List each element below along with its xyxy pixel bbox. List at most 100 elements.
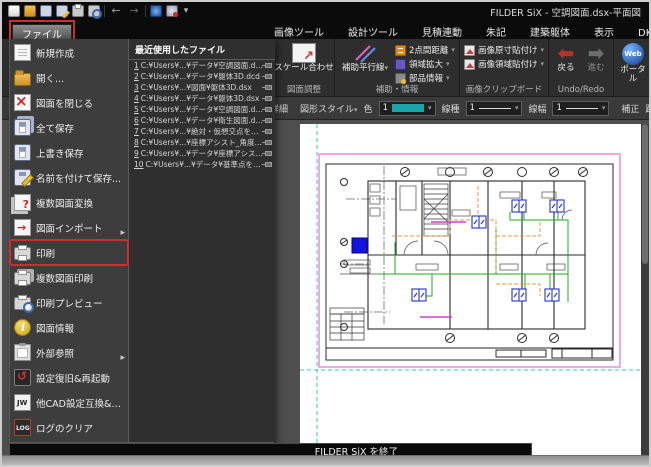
menu-item-import[interactable]: 図面インポート: [10, 215, 128, 240]
menu-item-drawing-info[interactable]: 図面情報: [10, 315, 128, 340]
open-icon[interactable]: [24, 5, 36, 17]
quick-access-toolbar: ← → ▾: [8, 5, 190, 17]
save-as-icon: [14, 169, 31, 186]
close-drawing-icon: [14, 94, 31, 111]
recent-file[interactable]: 2C:¥Users¥...¥データ¥躯体3D.dcd: [129, 71, 275, 82]
print-preview-icon[interactable]: [88, 5, 100, 17]
two-point-distance-icon: [395, 45, 406, 56]
recent-file[interactable]: 6C:¥Users¥...¥データ¥衛生図面.dcd: [129, 115, 275, 126]
save-as-icon[interactable]: [56, 5, 68, 17]
recent-file[interactable]: 4C:¥Users¥...¥データ¥躯体3D.dsx: [129, 93, 275, 104]
menu-item-save-as[interactable]: 名前を付けて保存...: [10, 165, 128, 190]
pin-icon[interactable]: [265, 63, 272, 68]
menu-item-close-drawing[interactable]: 図面を閉じる: [10, 90, 128, 115]
area-zoom-icon: [395, 59, 406, 70]
pin-icon[interactable]: [265, 118, 272, 123]
menu-item-open[interactable]: 開く...: [10, 65, 128, 90]
menu-item-restore-settings[interactable]: 設定復旧&再起動: [10, 365, 128, 390]
capture-icon[interactable]: [166, 5, 178, 17]
recent-file[interactable]: 9C:¥Users¥...¥データ¥座標アシスト.dsx: [129, 148, 275, 159]
new-drawing-icon[interactable]: [8, 5, 20, 17]
recent-file[interactable]: 8C:¥Users¥...¥座標アシスト_角度参照.dsx: [129, 137, 275, 148]
menu-item-clear-log[interactable]: ログのクリア: [10, 415, 128, 440]
color-label: 色: [364, 102, 373, 115]
parallel-lines-icon: [353, 43, 377, 63]
forward-arrow-icon[interactable]: →: [127, 5, 141, 17]
menu-item-batch-print[interactable]: 複数図面印刷: [10, 265, 128, 290]
tab-image-tools[interactable]: 画像ツール: [274, 24, 324, 39]
window-title: FILDER SiX - 空調図面.dsx-平面図: [490, 5, 641, 19]
color-swatch: [392, 104, 424, 112]
menu-item-save-all[interactable]: 全て保存: [10, 115, 128, 140]
paste-image-actual-size-button[interactable]: 画像原寸貼付け: [464, 44, 544, 56]
menu-item-new[interactable]: 新規作成: [10, 40, 128, 65]
scale-fit-button[interactable]: スケール合わせ: [278, 41, 330, 73]
linetype-label: 線種: [442, 102, 460, 115]
pin-icon[interactable]: [265, 96, 272, 101]
color-select[interactable]: 1: [379, 101, 436, 116]
print-icon[interactable]: [72, 5, 84, 17]
pin-icon[interactable]: [265, 107, 272, 112]
menu-item-print[interactable]: 印刷: [10, 240, 128, 265]
tab-building-frame[interactable]: 建築躯体: [530, 24, 570, 39]
tab-markup[interactable]: 朱記: [486, 24, 506, 39]
ac-unit: [512, 200, 526, 212]
menu-item-print-preview[interactable]: 印刷プレビュー: [10, 290, 128, 315]
vertical-scrollbar[interactable]: [641, 124, 649, 457]
recent-file[interactable]: 7C:¥Users¥...¥絶対・仮想交点を指定する.dsx: [129, 126, 275, 137]
ribbon-tab-row: ファイル 画像ツール 設計ツール 見積連動 朱記 建築躯体 表示 DK-BIM連…: [2, 20, 649, 39]
image-icon: [464, 59, 475, 70]
shape-style-dropdown[interactable]: 図形スタイル: [300, 102, 358, 115]
pin-icon[interactable]: [265, 151, 272, 156]
correction-toggle[interactable]: 補正: [621, 102, 639, 115]
part-info-icon: [395, 73, 406, 84]
group-image-clipboard: 画像原寸貼付け 画像領域貼付け 画像クリップボード: [460, 39, 549, 96]
redo-arrow-icon: ➡: [588, 43, 605, 63]
menu-item-cad-compat[interactable]: 他CAD設定互換&再起動: [10, 390, 128, 415]
linewidth-select[interactable]: 1: [552, 101, 609, 116]
two-point-distance-button[interactable]: 2点間距離: [395, 44, 455, 56]
recent-file[interactable]: 1C:¥Users¥...¥データ¥空調図面.dsx: [129, 60, 275, 71]
linetype-select[interactable]: 1: [466, 101, 523, 116]
linewidth-sample: [566, 105, 598, 112]
outdoor-unit-selected: [352, 238, 367, 253]
menu-item-batch-convert[interactable]: 複数図面変換: [10, 190, 128, 215]
distance-toggle[interactable]: 距離: [645, 102, 651, 115]
recent-file[interactable]: 3C:¥Users¥...¥図面¥躯体3D.dsx: [129, 82, 275, 93]
recent-files-header: 最近使用したファイル: [129, 39, 275, 60]
scrollbar-thumb[interactable]: [642, 124, 648, 264]
save-icon: [14, 144, 31, 161]
pin-icon[interactable]: [265, 162, 272, 167]
tab-estimate-link[interactable]: 見積連動: [422, 24, 462, 39]
drawing-canvas[interactable]: [300, 124, 643, 457]
portal-icon[interactable]: [150, 5, 162, 17]
pin-icon[interactable]: [265, 85, 272, 90]
save-icon[interactable]: [40, 5, 52, 17]
batch-print-icon: [14, 272, 31, 285]
tab-view[interactable]: 表示: [594, 24, 614, 39]
save-all-icon: [14, 119, 31, 136]
tab-design-tools[interactable]: 設計ツール: [348, 24, 398, 39]
aux-parallel-line-button[interactable]: 補助平行線: [339, 41, 391, 73]
back-arrow-icon[interactable]: ←: [109, 5, 123, 17]
recent-file[interactable]: 10C:¥Users¥...¥データ¥基準点を指定する.dsx: [129, 159, 275, 170]
paste-image-region-button[interactable]: 画像領域貼付け: [464, 58, 544, 70]
customize-toolbar-icon[interactable]: ▾: [182, 5, 190, 17]
menu-item-save[interactable]: 上書き保存: [10, 140, 128, 165]
undo-button[interactable]: ⬅ 戻る: [553, 41, 579, 73]
ac-unit: [472, 216, 486, 228]
pin-icon[interactable]: [265, 140, 272, 145]
print-icon: [14, 247, 31, 260]
portal-button[interactable]: Web ポータル: [618, 41, 648, 85]
area-zoom-button[interactable]: 領域拡大: [395, 58, 455, 70]
recent-file[interactable]: 5C:¥Users¥...¥データ¥空調図面.dcd: [129, 104, 275, 115]
pin-icon[interactable]: [265, 74, 272, 79]
scale-fit-icon: [292, 43, 316, 63]
redo-button[interactable]: ➡ 進む: [583, 41, 609, 73]
recent-files-panel: 最近使用したファイル 1C:¥Users¥...¥データ¥空調図面.dsx 2C…: [128, 39, 275, 442]
undo-arrow-icon: ⬅: [558, 43, 575, 63]
menu-item-external-reference[interactable]: 外部参照: [10, 340, 128, 365]
import-icon: [14, 219, 31, 236]
tab-dk-bim[interactable]: DK-BIM連携: [638, 24, 651, 39]
pin-icon[interactable]: [265, 129, 272, 134]
